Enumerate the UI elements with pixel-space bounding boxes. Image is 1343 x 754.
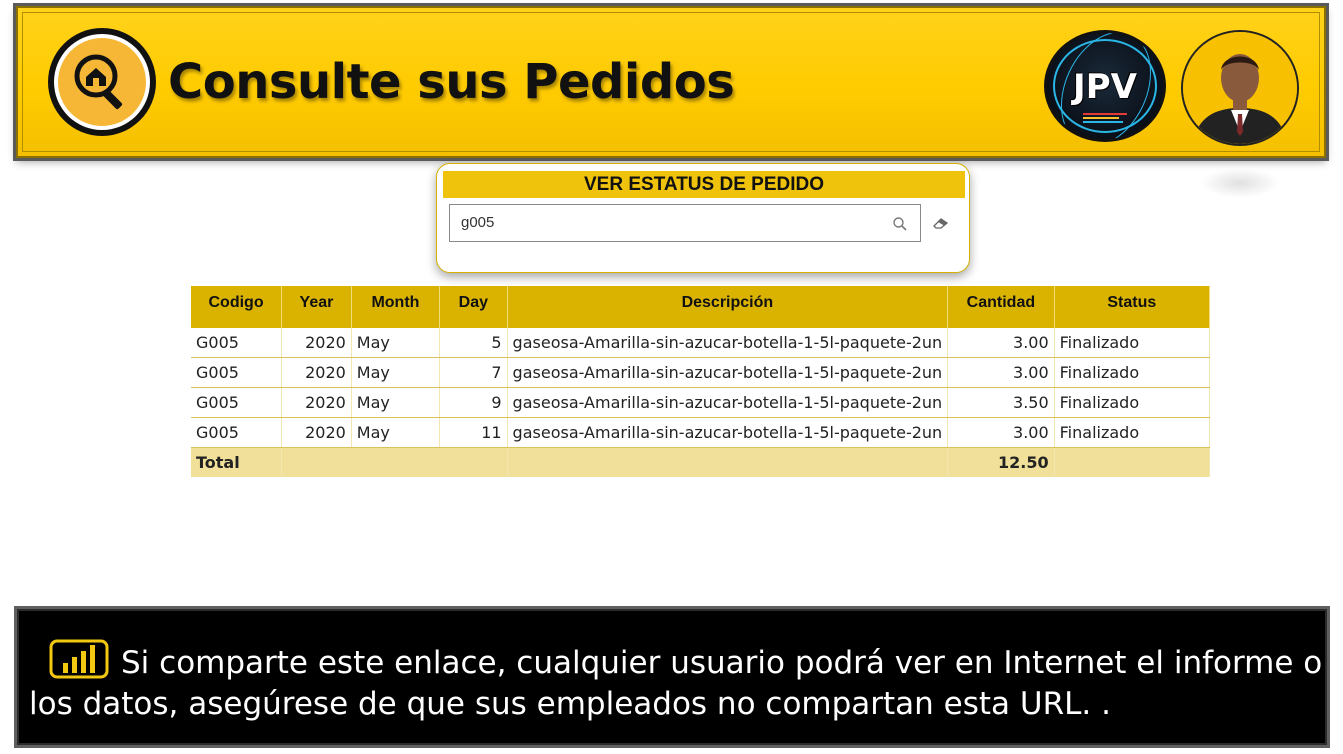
column-header-year[interactable]: Year	[281, 286, 352, 328]
blurred-shadow	[1200, 168, 1280, 198]
column-header-day[interactable]: Day	[439, 286, 508, 328]
cell-codigo: G005	[191, 417, 283, 448]
cell-year: 2020	[281, 328, 352, 358]
cell-cantidad: 3.00	[947, 357, 1055, 388]
cell-month: May	[351, 387, 441, 418]
cell-cantidad: 3.50	[947, 387, 1055, 418]
cell-day: 11	[439, 417, 508, 448]
table-row[interactable]: G005 2020 May 11 gaseosa-Amarilla-sin-az…	[191, 417, 1211, 448]
cell-codigo: G005	[191, 387, 283, 418]
cell-codigo: G005	[191, 357, 283, 388]
total-empty-cell	[1054, 447, 1211, 477]
search-icon[interactable]	[892, 216, 908, 232]
search-card-title: VER ESTATUS DE PEDIDO	[443, 171, 965, 198]
cell-descripcion: gaseosa-Amarilla-sin-azucar-botella-1-5l…	[507, 357, 949, 388]
cell-cantidad: 3.00	[947, 328, 1055, 358]
total-empty-cell	[281, 447, 508, 477]
cell-month: May	[351, 328, 441, 358]
table-row[interactable]: G005 2020 May 5 gaseosa-Amarilla-sin-azu…	[191, 328, 1211, 358]
cell-status: Finalizado	[1054, 417, 1211, 448]
brand-bars-decoration	[1083, 113, 1133, 123]
cell-day: 7	[439, 357, 508, 388]
column-header-status[interactable]: Status	[1054, 286, 1211, 328]
share-warning-footer: Si comparte este enlace, cualquier usuar…	[14, 606, 1330, 748]
order-search-card: VER ESTATUS DE PEDIDO g005	[436, 163, 970, 273]
cell-year: 2020	[281, 417, 352, 448]
brand-text: JPV	[1073, 67, 1137, 107]
cell-year: 2020	[281, 387, 352, 418]
cell-day: 5	[439, 328, 508, 358]
total-row: Total 12.50	[191, 447, 1211, 477]
cell-descripcion: gaseosa-Amarilla-sin-azucar-botella-1-5l…	[507, 417, 949, 448]
column-header-cantidad[interactable]: Cantidad	[947, 286, 1055, 328]
cell-month: May	[351, 357, 441, 388]
cell-descripcion: gaseosa-Amarilla-sin-azucar-botella-1-5l…	[507, 328, 949, 358]
cell-status: Finalizado	[1054, 328, 1211, 358]
cell-status: Finalizado	[1054, 387, 1211, 418]
cell-status: Finalizado	[1054, 357, 1211, 388]
avatar	[1181, 30, 1299, 146]
jpv-brand-logo: JPV	[1044, 30, 1166, 142]
search-home-logo	[48, 28, 156, 136]
eraser-icon[interactable]	[932, 216, 950, 230]
cell-cantidad: 3.00	[947, 417, 1055, 448]
table-row[interactable]: G005 2020 May 7 gaseosa-Amarilla-sin-azu…	[191, 357, 1211, 388]
page-title: Consulte sus Pedidos	[168, 54, 735, 110]
orders-table: Codigo Year Month Day Descripción Cantid…	[191, 286, 1211, 477]
total-cantidad: 12.50	[947, 447, 1055, 477]
person-portrait-icon	[1183, 32, 1297, 144]
table-row[interactable]: G005 2020 May 9 gaseosa-Amarilla-sin-azu…	[191, 387, 1211, 418]
house-magnifier-icon	[74, 54, 123, 110]
footer-message: Si comparte este enlace, cualquier usuar…	[29, 645, 1323, 722]
cell-codigo: G005	[191, 328, 283, 358]
cell-year: 2020	[281, 357, 352, 388]
cell-day: 9	[439, 387, 508, 418]
footer-text-block: Si comparte este enlace, cualquier usuar…	[29, 639, 1325, 725]
column-header-descripcion[interactable]: Descripción	[507, 286, 949, 328]
total-empty-cell	[507, 447, 949, 477]
search-input[interactable]: g005	[449, 204, 921, 242]
cell-descripcion: gaseosa-Amarilla-sin-azucar-botella-1-5l…	[507, 387, 949, 418]
column-header-month[interactable]: Month	[351, 286, 441, 328]
power-bi-icon	[49, 639, 109, 679]
table-header-row: Codigo Year Month Day Descripción Cantid…	[191, 286, 1211, 328]
search-input-value: g005	[461, 214, 495, 231]
total-label: Total	[191, 447, 283, 477]
column-header-codigo[interactable]: Codigo	[191, 286, 283, 328]
header-banner: Consulte sus Pedidos JPV	[16, 6, 1326, 158]
cell-month: May	[351, 417, 441, 448]
